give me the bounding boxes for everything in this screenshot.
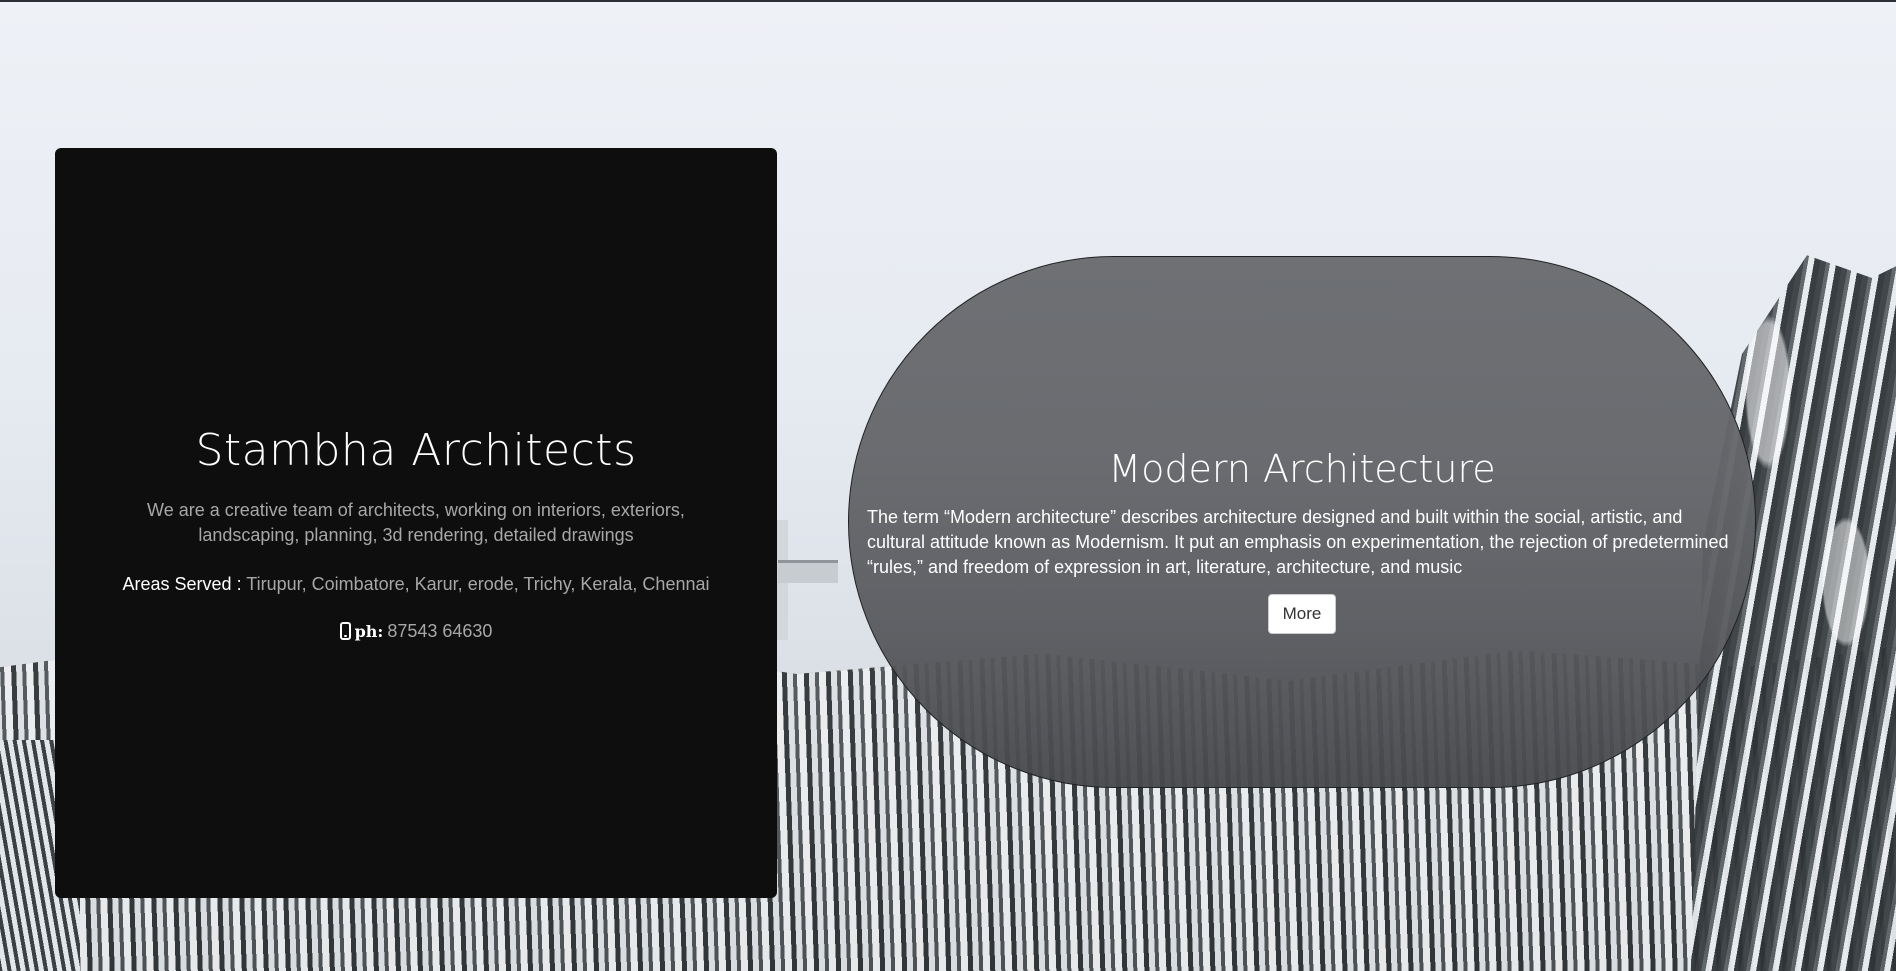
areas-served: Areas Served : Tirupur, Coimbatore, Karu… bbox=[123, 572, 710, 597]
feature-text: The term “Modern architecture” describes… bbox=[867, 506, 1729, 577]
company-card: Stambha Architects We are a creative tea… bbox=[55, 148, 777, 898]
page: Stambha Architects We are a creative tea… bbox=[0, 0, 1896, 971]
phone-number[interactable]: 87543 64630 bbox=[387, 621, 492, 642]
areas-served-label: Areas Served : bbox=[122, 573, 242, 594]
company-description: We are a creative team of architects, wo… bbox=[147, 499, 685, 545]
mobile-phone-icon bbox=[339, 622, 351, 640]
feature-pill: Modern Architecture The term “Modern arc… bbox=[848, 256, 1756, 788]
castle bbox=[778, 560, 838, 583]
phone-contact: ph: 87543 64630 bbox=[339, 621, 492, 642]
more-button[interactable]: More bbox=[1267, 593, 1337, 634]
phone-label: ph: bbox=[354, 621, 384, 641]
company-title: Stambha Architects bbox=[195, 424, 637, 476]
areas-served-value: Tirupur, Coimbatore, Karur, erode, Trich… bbox=[246, 573, 710, 594]
feature-title: Modern Architecture bbox=[1108, 446, 1496, 491]
